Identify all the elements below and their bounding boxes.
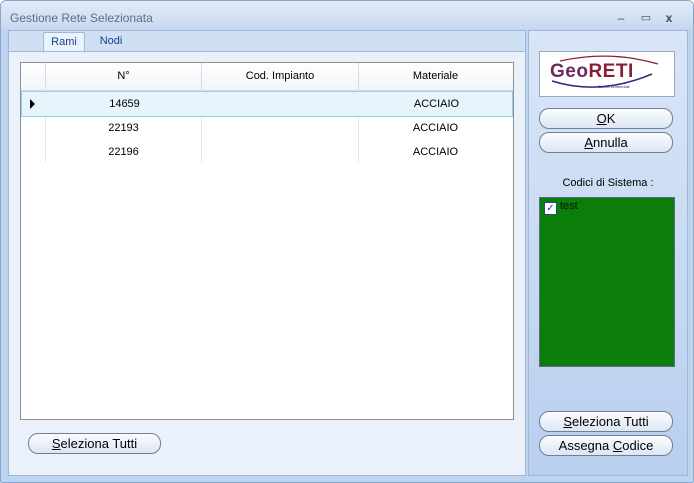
- logo-tagline: Servizi Ambientali: [598, 84, 630, 89]
- cell-materiale[interactable]: ACCIAIO: [360, 92, 513, 116]
- dialog-window: Gestione Rete Selezionata – ▭ x Rami Nod…: [0, 0, 694, 483]
- cell-materiale[interactable]: ACCIAIO: [359, 140, 512, 164]
- mnemonic-letter: A: [584, 135, 593, 150]
- button-label: eleziona Tutti: [60, 436, 138, 451]
- close-icon[interactable]: x: [662, 12, 676, 24]
- title-bar[interactable]: Gestione Rete Selezionata – ▭ x: [1, 1, 693, 29]
- georeti-logo: GeoRETI Servizi Ambientali: [539, 51, 675, 97]
- tab-nodi[interactable]: Nodi: [89, 32, 133, 51]
- table-row[interactable]: 22193 ACCIAIO: [21, 116, 513, 140]
- grid-header: N° Cod. Impianto Materiale: [21, 63, 513, 91]
- cell-n[interactable]: 22196: [46, 140, 201, 164]
- seleziona-tutti-left-button[interactable]: Seleziona Tutti: [28, 433, 161, 454]
- tab-rami[interactable]: Rami: [43, 32, 85, 52]
- rami-grid[interactable]: N° Cod. Impianto Materiale 14659 ACCIAIO…: [20, 62, 514, 420]
- window-title: Gestione Rete Selezionata: [10, 11, 153, 25]
- mnemonic-letter: S: [563, 414, 573, 429]
- row-header-column: [21, 63, 46, 90]
- column-header-materiale[interactable]: Materiale: [359, 63, 512, 90]
- seleziona-tutti-right-button[interactable]: Seleziona Tutti: [539, 411, 673, 432]
- right-panel: GeoRETI Servizi Ambientali OK Annulla Co…: [528, 30, 688, 476]
- assegna-codice-button[interactable]: Assegna Codice: [539, 435, 673, 456]
- cell-cod-impianto[interactable]: [202, 116, 358, 140]
- cell-n[interactable]: 22193: [46, 116, 201, 140]
- annulla-button[interactable]: Annulla: [539, 132, 673, 153]
- button-label: odice: [622, 438, 654, 453]
- row-header[interactable]: [22, 92, 46, 116]
- tab-strip: Rami Nodi: [9, 31, 525, 52]
- table-row[interactable]: 22196 ACCIAIO: [21, 140, 513, 164]
- minimize-icon[interactable]: –: [614, 12, 628, 24]
- checkbox-test[interactable]: ✓: [544, 202, 557, 215]
- button-label: nnulla: [592, 135, 628, 150]
- table-row[interactable]: 14659 ACCIAIO: [21, 91, 513, 117]
- mnemonic-letter: S: [51, 436, 61, 451]
- logo-geo-text: Geo: [550, 61, 589, 82]
- column-header-cod-impianto[interactable]: Cod. Impianto: [202, 63, 359, 90]
- mnemonic-letter: C: [612, 438, 623, 453]
- logo-reti-text: RETI: [588, 61, 634, 82]
- cell-n[interactable]: 14659: [47, 92, 202, 116]
- mnemonic-letter: O: [596, 111, 607, 126]
- button-label: Assegna: [558, 438, 613, 453]
- button-label: K: [606, 111, 616, 126]
- codice-item-label[interactable]: test: [560, 200, 578, 212]
- codici-list[interactable]: ✓ test: [539, 197, 675, 367]
- codici-di-sistema-label: Codici di Sistema :: [562, 177, 654, 189]
- cell-cod-impianto[interactable]: [202, 140, 358, 164]
- maximize-icon[interactable]: ▭: [639, 12, 653, 24]
- ok-button[interactable]: OK: [539, 108, 673, 129]
- tab-content-rami: N° Cod. Impianto Materiale 14659 ACCIAIO…: [9, 51, 525, 475]
- button-label: eleziona Tutti: [572, 414, 649, 429]
- tab-control: Rami Nodi N° Cod. Impianto Materiale 146…: [8, 30, 526, 476]
- cell-cod-impianto[interactable]: [203, 92, 359, 116]
- current-row-arrow-icon: [30, 99, 35, 109]
- column-header-n[interactable]: N°: [46, 63, 202, 90]
- cell-materiale[interactable]: ACCIAIO: [359, 116, 512, 140]
